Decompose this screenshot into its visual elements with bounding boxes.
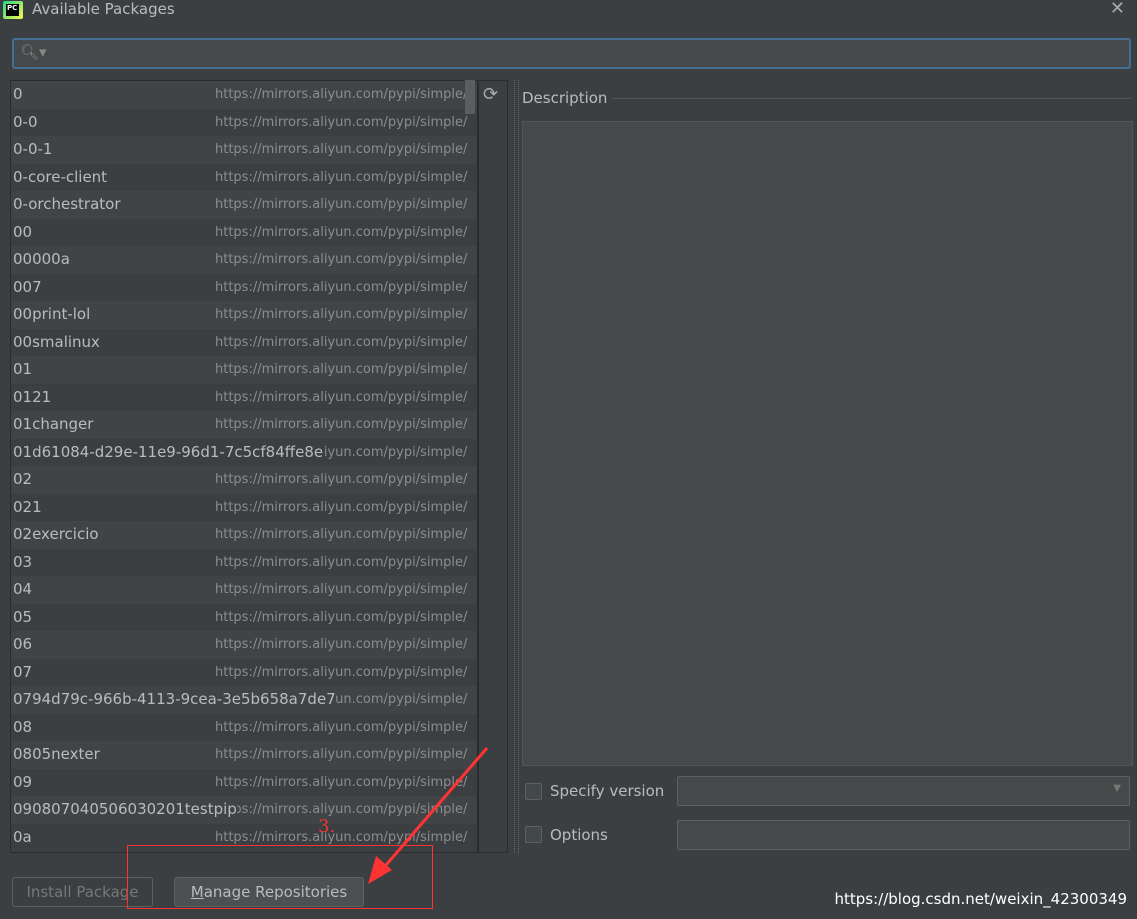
package-name: 0805nexter bbox=[11, 745, 100, 763]
package-name: 01d61084-d29e-11e9-96d1-7c5cf84ffe8e bbox=[11, 442, 324, 461]
package-name: 09 bbox=[11, 772, 33, 791]
package-name: 0-0 bbox=[11, 112, 38, 131]
package-name: 04 bbox=[11, 580, 33, 598]
package-name: 0 bbox=[11, 85, 23, 103]
package-name: 00print-lol bbox=[11, 305, 91, 323]
package-name: 01 bbox=[11, 360, 33, 378]
package-name: 01changer bbox=[11, 415, 94, 433]
package-name: 00 bbox=[11, 222, 33, 241]
package-name: 02 bbox=[11, 470, 33, 488]
package-name: 08 bbox=[11, 717, 33, 736]
package-name: 00000a bbox=[11, 250, 70, 268]
package-name: 0794d79c-966b-4113-9cea-3e5b658a7de7 bbox=[11, 690, 336, 708]
package-name: 090807040506030201testpip bbox=[11, 800, 237, 818]
package-name: 07 bbox=[11, 662, 33, 681]
package-name: 0-0-1 bbox=[11, 140, 53, 158]
package-name: 0-orchestrator bbox=[11, 195, 121, 213]
package-name: 02exercicio bbox=[11, 525, 99, 543]
package-name: 03 bbox=[11, 552, 33, 571]
arrow-shaft bbox=[378, 747, 489, 873]
package-name: 05 bbox=[11, 607, 33, 626]
package-name: 021 bbox=[11, 497, 42, 516]
package-name: 007 bbox=[11, 277, 42, 296]
package-name: 0a bbox=[11, 827, 32, 846]
package-name: 00smalinux bbox=[11, 332, 100, 351]
package-name: 06 bbox=[11, 635, 33, 653]
package-name: 0-core-client bbox=[11, 167, 108, 186]
package-name: 0121 bbox=[11, 387, 52, 406]
